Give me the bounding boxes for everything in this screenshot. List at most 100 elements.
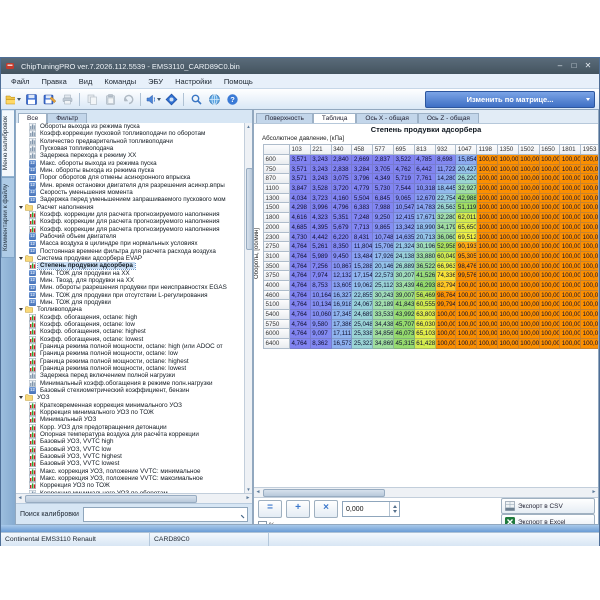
grid-cell[interactable]: 100,000 <box>560 252 581 262</box>
grid-cell[interactable]: 100,000 <box>477 184 498 194</box>
tree-item[interactable]: 12Постоянная времени фильтра для расчета… <box>16 248 245 255</box>
menu-item-1[interactable]: Правка <box>35 77 72 86</box>
menu-item-4[interactable]: ЭБУ <box>142 77 169 86</box>
grid-cell[interactable]: 100,000 <box>519 329 540 339</box>
grid-cell[interactable]: 5,719 <box>394 174 415 184</box>
grid-cell[interactable]: 22,754 <box>436 194 457 204</box>
grid-cell[interactable]: 16,918 <box>332 300 353 310</box>
grid-cell[interactable]: 32,927 <box>456 184 477 194</box>
menu-item-0[interactable]: Файл <box>5 77 35 86</box>
grid-cell[interactable]: 100,000 <box>519 213 540 223</box>
grid-cell[interactable]: 61,428 <box>415 339 436 349</box>
grid-cell[interactable]: 100,000 <box>498 194 519 204</box>
grid-cell[interactable]: 34,438 <box>373 320 394 330</box>
grid-cell[interactable]: 3,243 <box>311 165 332 175</box>
grid-cell[interactable]: 100,000 <box>498 339 519 349</box>
grid-cell[interactable]: 5,730 <box>373 184 394 194</box>
grid-cell[interactable]: 100,000 <box>560 329 581 339</box>
grid-cell[interactable]: 17,345 <box>332 310 353 320</box>
grid-cell[interactable]: 100,000 <box>560 184 581 194</box>
grid-cell[interactable]: 100,000 <box>519 233 540 243</box>
grid-cell[interactable]: 52,958 <box>436 242 457 252</box>
grid-cell[interactable]: 4,762 <box>394 165 415 175</box>
grid-cell[interactable]: 51,119 <box>456 203 477 213</box>
grid-cell[interactable]: 14,635 <box>394 233 415 243</box>
grid-cell[interactable]: 100,000 <box>498 184 519 194</box>
grid-cell[interactable]: 17,154 <box>352 271 373 281</box>
grid-cell[interactable]: 32,280 <box>436 213 457 223</box>
grid-cell[interactable]: 3,284 <box>352 165 373 175</box>
grid-cell[interactable]: 100,000 <box>581 194 599 204</box>
grid-cell[interactable]: 100,000 <box>477 262 498 272</box>
grid-cell[interactable]: 100,000 <box>581 310 599 320</box>
grid-cell[interactable]: 100,000 <box>456 329 477 339</box>
chevron-down-icon[interactable] <box>17 98 21 101</box>
globe-icon[interactable] <box>206 91 222 107</box>
grid-cell[interactable]: 100,000 <box>519 155 540 165</box>
grid-cell[interactable]: 66,030 <box>415 320 436 330</box>
grid-cell[interactable]: 100,000 <box>540 252 561 262</box>
change-by-matrix-button[interactable]: Изменить по матрице... <box>425 91 595 108</box>
grid-cell[interactable]: 60,555 <box>415 300 436 310</box>
grid-cell[interactable]: 100,000 <box>560 300 581 310</box>
grid-cell[interactable]: 100,000 <box>477 252 498 262</box>
grid-cell[interactable]: 30,207 <box>394 271 415 281</box>
grid-cell[interactable]: 13,484 <box>352 252 373 262</box>
grid-cell[interactable]: 4,764 <box>290 320 311 330</box>
grid-cell[interactable]: 100,000 <box>540 291 561 301</box>
save-icon[interactable] <box>23 91 39 107</box>
grid-cell[interactable]: 100,000 <box>498 262 519 272</box>
grid-cell[interactable]: 14,783 <box>415 203 436 213</box>
grid-cell[interactable]: 65,650 <box>456 223 477 233</box>
tree-item[interactable]: Граница режима полной мощности, octane: … <box>16 358 245 365</box>
scroll-left-arrow[interactable]: ◄ <box>16 494 24 503</box>
grid-cell[interactable]: 100,000 <box>581 242 599 252</box>
grid-cell[interactable]: 100,000 <box>519 184 540 194</box>
grid-cell[interactable]: 5,504 <box>352 194 373 204</box>
grid-cell[interactable]: 24,689 <box>352 310 373 320</box>
grid-cell[interactable]: 100,000 <box>560 213 581 223</box>
tree-item[interactable]: Граница режима полной мощности, octane: … <box>16 365 245 372</box>
grid-cell[interactable]: 100,000 <box>519 242 540 252</box>
grid-cell[interactable]: 4,796 <box>332 203 353 213</box>
grid-cell[interactable]: 100,000 <box>540 203 561 213</box>
grid-cell[interactable]: 100,000 <box>477 203 498 213</box>
grid-cell[interactable]: 25,322 <box>352 339 373 349</box>
grid-cell[interactable]: 100,000 <box>477 320 498 330</box>
menu-item-5[interactable]: Настройки <box>169 77 218 86</box>
tree-item[interactable]: Коэфф. обогащения, octane: lowest <box>16 336 245 343</box>
tree-vertical-scrollbar[interactable]: ▲ ▼ <box>244 123 252 493</box>
grid-cell[interactable]: 24,067 <box>352 300 373 310</box>
tree-folder[interactable]: УОЗ <box>16 394 245 401</box>
grid-cell[interactable]: 100,000 <box>498 271 519 281</box>
grid-cell[interactable]: 4,764 <box>290 252 311 262</box>
grid-cell[interactable]: 3,243 <box>311 155 332 165</box>
grid-cell[interactable]: 6,220 <box>332 233 353 243</box>
grid-cell[interactable]: 7,713 <box>352 223 373 233</box>
tree-item[interactable]: Базовый УОЗ, VVTC lowest <box>16 460 245 467</box>
grid-cell[interactable]: 3,720 <box>332 184 353 194</box>
grid-cell[interactable]: 3,571 <box>290 155 311 165</box>
grid-cell[interactable]: 7,256 <box>311 262 332 272</box>
grid-cell[interactable]: 3,571 <box>290 174 311 184</box>
grid-cell[interactable]: 100,000 <box>581 320 599 330</box>
grid-cell[interactable]: 100,000 <box>560 281 581 291</box>
value-spinner[interactable]: 0,000 <box>342 501 400 517</box>
grid-cell[interactable]: 60,049 <box>436 252 457 262</box>
grid-cell[interactable]: 100,000 <box>519 310 540 320</box>
tree-item[interactable]: Опорная температура воздуха для расчёта … <box>16 431 245 438</box>
scrollbar-thumb[interactable] <box>246 168 253 250</box>
menu-item-3[interactable]: Команды <box>98 77 142 86</box>
grid-cell[interactable]: 13,605 <box>332 281 353 291</box>
grid-cell[interactable]: 3,528 <box>311 184 332 194</box>
grid-cell[interactable]: 100,000 <box>581 165 599 175</box>
grid-cell[interactable]: 4,349 <box>373 174 394 184</box>
grid-cell[interactable]: 100,000 <box>477 233 498 243</box>
diag-icon[interactable] <box>145 91 161 107</box>
compass-icon[interactable] <box>163 91 179 107</box>
tree-item[interactable]: Базовый УОЗ, VVTC high <box>16 438 245 445</box>
tree-item[interactable]: Базовый УОЗ, VVTC highest <box>16 453 245 460</box>
grid-cell[interactable]: 33,439 <box>394 281 415 291</box>
grid-cell[interactable]: 100,000 <box>519 291 540 301</box>
grid-cell[interactable]: 100,000 <box>456 300 477 310</box>
